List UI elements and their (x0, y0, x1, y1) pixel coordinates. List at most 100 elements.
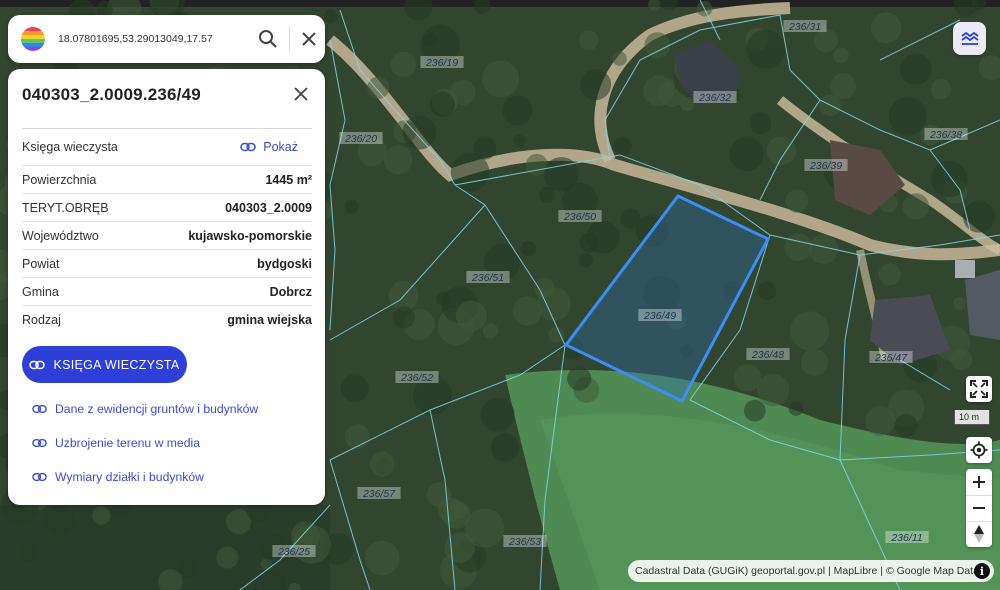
parcel-label: 236/51 (471, 272, 504, 284)
fullscreen-icon (970, 380, 988, 398)
parcel-label: 236/47 (874, 352, 908, 364)
tree (749, 112, 772, 135)
search-input[interactable] (58, 29, 246, 49)
row-ksiega-wieczysta: Księga wieczysta Pokaż (22, 128, 312, 166)
tree (455, 300, 487, 332)
tree (513, 134, 526, 147)
tree (369, 451, 395, 477)
link-uzbrojenie-terenu[interactable]: Uzbrojenie terenu w media (32, 436, 200, 450)
zoom-in-button[interactable] (966, 469, 992, 495)
zoom-out-button[interactable] (966, 495, 992, 521)
tree (865, 406, 895, 436)
tree (930, 160, 968, 198)
row-powierzchnia: Powierzchnia 1445 m² (22, 166, 312, 194)
tree (567, 366, 592, 391)
tree (756, 373, 790, 407)
clear-search-button[interactable] (294, 24, 324, 54)
tree (680, 97, 695, 112)
tree (578, 253, 594, 268)
rainbow-logo[interactable] (20, 26, 46, 52)
tree (579, 30, 599, 51)
ksiega-wieczysta-button-label: KSIĘGA WIECZYSTA (53, 357, 180, 372)
tree (480, 397, 515, 432)
tree (729, 136, 765, 172)
plus-icon (973, 476, 985, 488)
row-gmina: Gmina Dobrcz (22, 278, 312, 306)
link-label: Dane z ewidencji gruntów i budynków (55, 402, 259, 416)
tree (743, 399, 766, 422)
tree (788, 401, 804, 416)
row-rodzaj: Rodzaj gmina wiejska (22, 306, 312, 334)
info-icon[interactable]: i (974, 563, 990, 579)
row-value: gmina wiejska (227, 313, 312, 327)
search-button[interactable] (253, 24, 283, 54)
tree (390, 51, 417, 78)
row-label: Powierzchnia (22, 172, 97, 187)
tree (482, 60, 520, 98)
layers-button[interactable] (953, 22, 986, 55)
row-label: TERYT.OBRĘB (22, 200, 109, 215)
tree (340, 374, 369, 403)
link-wymiary-dzialki[interactable]: Wymiary działki i budynków (32, 470, 204, 484)
link-icon (32, 405, 47, 413)
compass-button[interactable] (966, 521, 992, 547)
tree (365, 540, 400, 576)
tree (930, 78, 952, 100)
tree (383, 145, 413, 175)
tree (888, 97, 927, 136)
tree (757, 281, 777, 301)
tree (20, 543, 40, 563)
close-panel-button[interactable] (286, 79, 316, 109)
tree (482, 323, 499, 339)
tree (962, 200, 996, 233)
tree (899, 53, 932, 86)
search-divider (289, 26, 290, 52)
tree (902, 193, 930, 220)
compass-icon (974, 525, 984, 543)
show-ksiega-link[interactable]: Pokaż (240, 140, 298, 154)
ksiega-wieczysta-button[interactable]: KSIĘGA WIECZYSTA (22, 346, 187, 383)
attribution-text: Cadastral Data (GUGiK) geoportal.gov.pl … (635, 565, 979, 577)
link-icon (240, 142, 256, 152)
tree (502, 95, 533, 126)
row-powiat: Powiat bydgoski (22, 250, 312, 278)
row-label: Województwo (22, 228, 99, 243)
parcel-label: 236/11 (890, 532, 922, 544)
parcel-label: 236/50 (563, 211, 596, 223)
tree (586, 220, 620, 254)
tree (612, 51, 627, 66)
scale-bar: 10 m (954, 410, 990, 425)
tree (179, 559, 198, 578)
map-attribution: Cadastral Data (GUGiK) geoportal.gov.pl … (628, 560, 994, 582)
parcel-label: 236/19 (425, 57, 458, 69)
tree (344, 199, 359, 214)
tree (613, 136, 632, 156)
tree (512, 296, 542, 326)
parcel-label: 236/20 (344, 133, 377, 145)
zoom-controls (966, 469, 992, 547)
fullscreen-button[interactable] (966, 376, 992, 402)
row-label: Rodzaj (22, 313, 61, 327)
tree (92, 506, 111, 525)
tree (402, 115, 437, 150)
tree (643, 75, 675, 107)
tree (216, 546, 239, 569)
link-icon (29, 360, 46, 369)
tree (894, 413, 918, 437)
tree (464, 508, 505, 548)
search-bar (8, 15, 325, 63)
row-value: 1445 m² (265, 172, 312, 187)
parcel-label: 236/31 (788, 21, 821, 33)
geolocate-button[interactable] (966, 437, 992, 463)
row-teryt-obreb: TERYT.OBRĘB 040303_2.0009 (22, 194, 312, 222)
tree (953, 297, 966, 311)
minus-icon (973, 507, 985, 509)
show-ksiega-label: Pokaż (263, 140, 298, 154)
parcel-label: 236/57 (362, 488, 396, 500)
parcel-label: 236/25 (277, 546, 310, 558)
layers-icon (960, 31, 979, 45)
link-dane-ewidencji[interactable]: Dane z ewidencji gruntów i budynków (32, 402, 258, 416)
tree (422, 32, 438, 48)
tree (580, 69, 612, 101)
close-icon (302, 32, 316, 46)
